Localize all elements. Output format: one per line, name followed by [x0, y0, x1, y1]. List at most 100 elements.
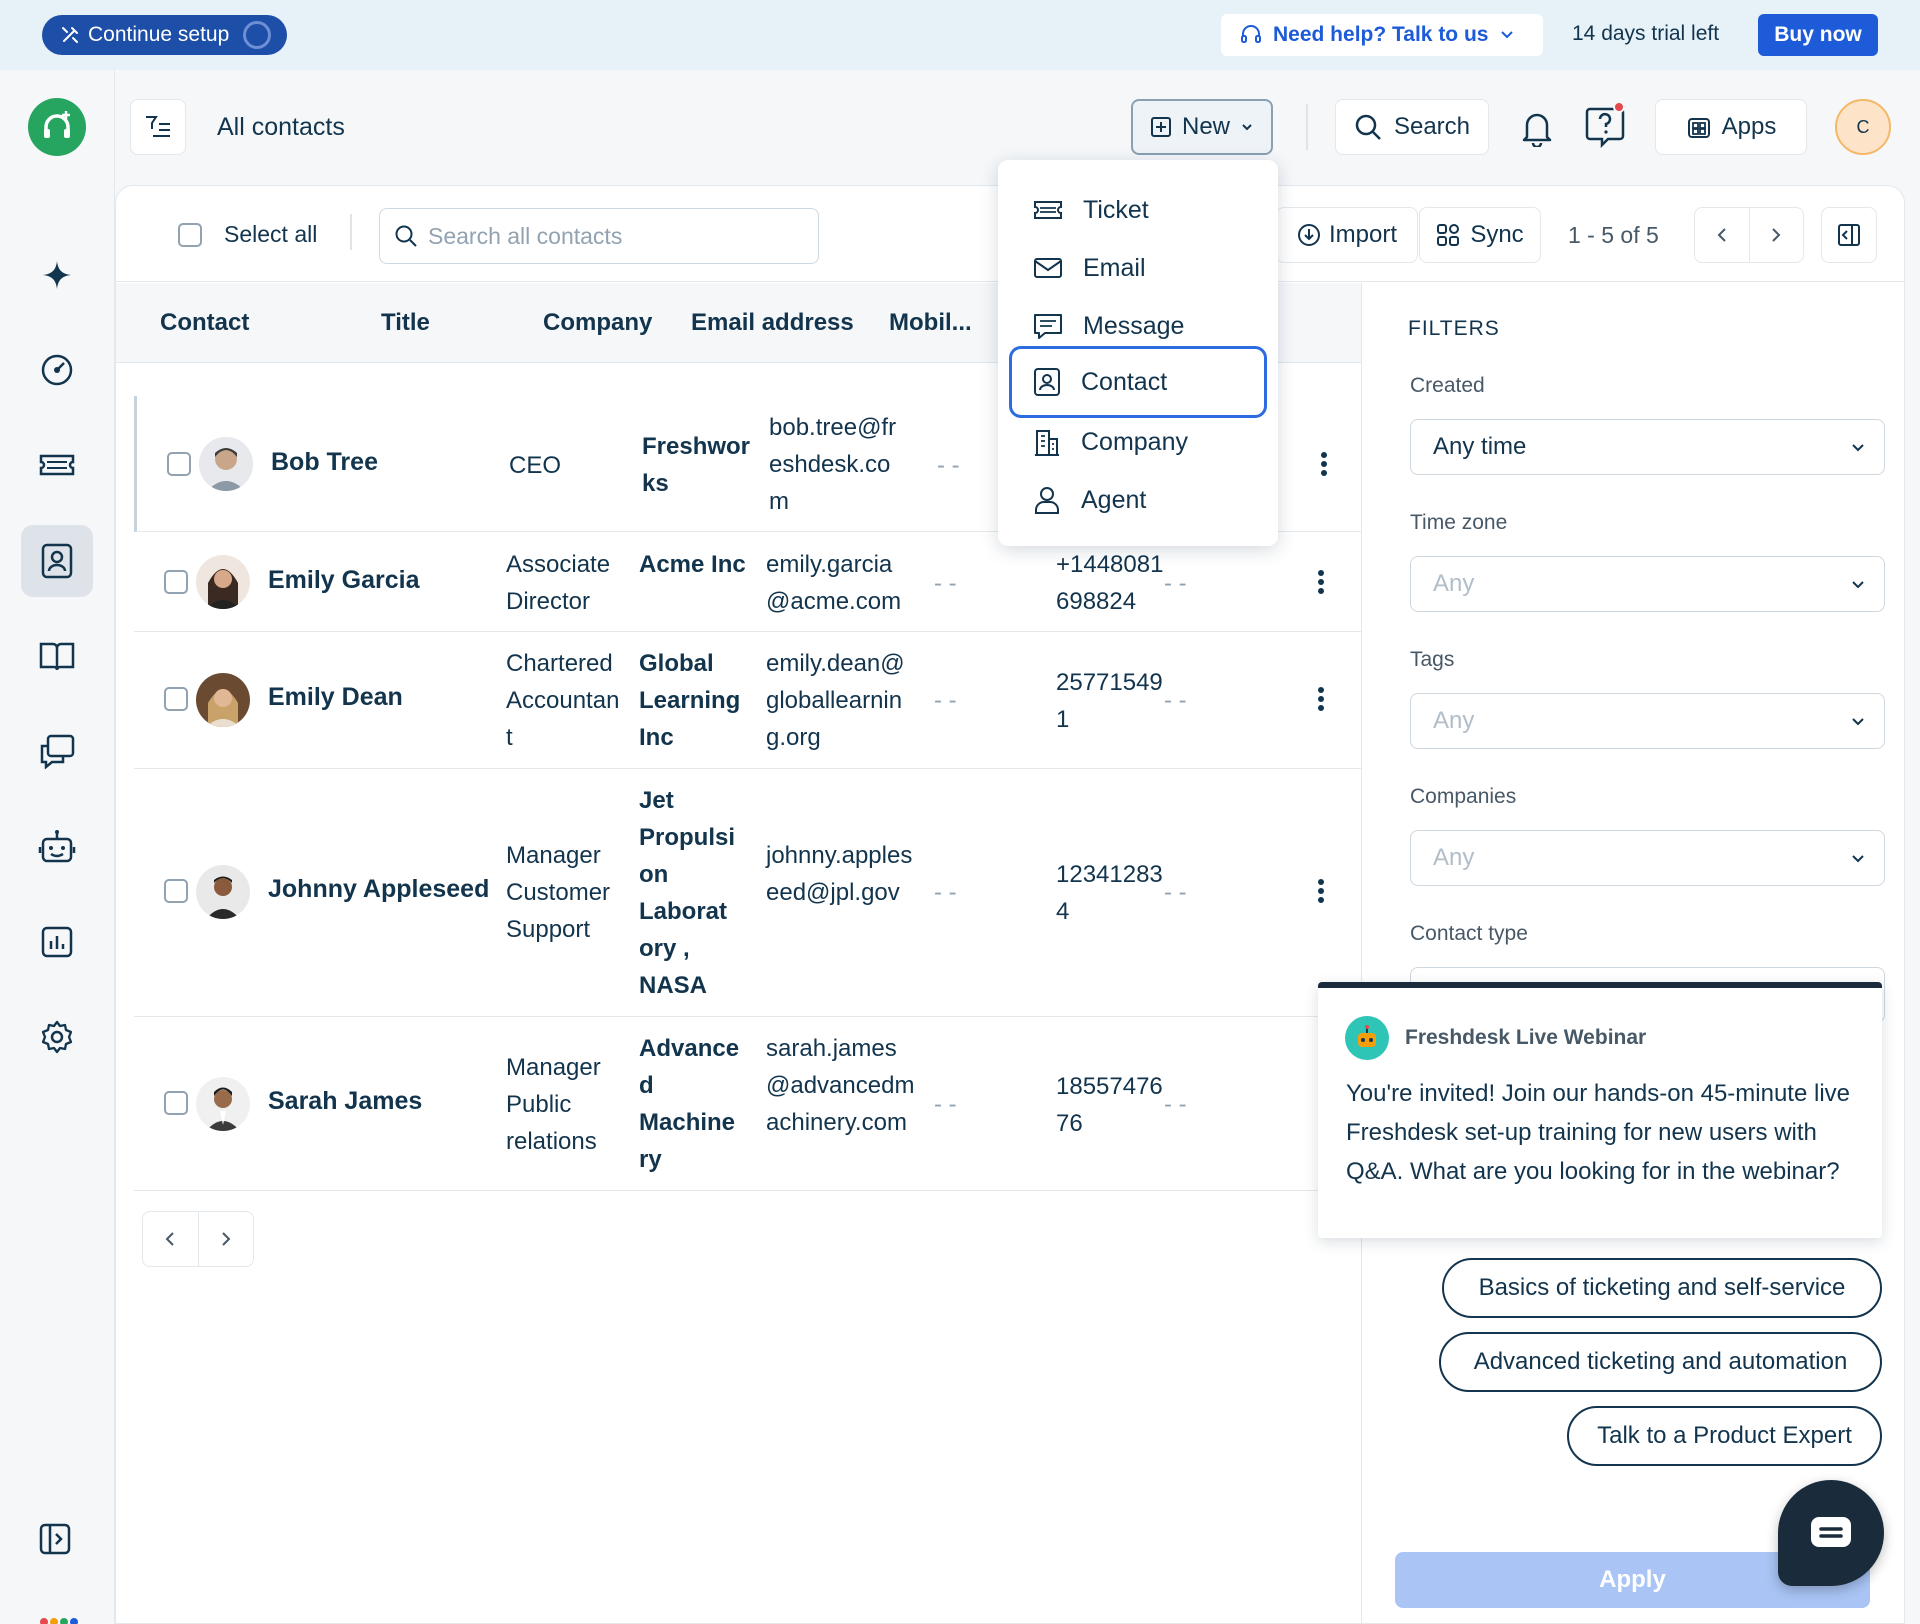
- sync-label: Sync: [1470, 221, 1524, 248]
- filter-companies-select[interactable]: Any: [1410, 830, 1885, 886]
- column-header-company[interactable]: Company: [543, 309, 652, 337]
- chevron-right-icon: [218, 1230, 234, 1248]
- contact-mobile: 1855747676: [1056, 1073, 1163, 1137]
- chevron-right-icon: [1768, 226, 1784, 244]
- continue-setup-label: Continue setup: [88, 23, 230, 46]
- settings-icon[interactable]: [21, 1001, 93, 1073]
- contact-empty-field: - -: [934, 1091, 957, 1118]
- row-more-icon[interactable]: [1314, 444, 1334, 484]
- menu-item-email[interactable]: Email: [1009, 240, 1267, 296]
- avatar: [196, 673, 250, 727]
- apps-label: Apps: [1721, 113, 1777, 140]
- column-header-contact[interactable]: Contact: [160, 309, 249, 337]
- contacts-search-input[interactable]: [428, 222, 804, 250]
- column-header-email[interactable]: Email address: [691, 309, 854, 337]
- global-search-button[interactable]: Search: [1335, 99, 1489, 155]
- contact-name[interactable]: Bob Tree: [271, 448, 378, 477]
- prev-page-button[interactable]: [1695, 208, 1750, 262]
- contact-email: emily.garcia@acme.com: [766, 551, 902, 615]
- search-label: Search: [1393, 113, 1471, 140]
- row-checkbox[interactable]: [164, 570, 188, 594]
- select-all-checkbox[interactable]: [178, 222, 202, 247]
- webinar-option-expert[interactable]: Talk to a Product Expert: [1567, 1406, 1882, 1466]
- page-title: All contacts: [217, 113, 345, 141]
- contact-name[interactable]: Johnny Appleseed: [268, 875, 489, 904]
- next-page-button[interactable]: [1750, 208, 1804, 262]
- bot-icon[interactable]: [21, 811, 93, 883]
- menu-item-company[interactable]: Company: [1009, 414, 1267, 470]
- contacts-icon[interactable]: [21, 525, 93, 597]
- contact-name[interactable]: Emily Garcia: [268, 566, 419, 595]
- row-more-icon[interactable]: [1311, 679, 1331, 719]
- toggle-filters-panel-button[interactable]: [1821, 207, 1877, 263]
- contact-title: Manager Customer Support: [506, 842, 611, 943]
- product-switcher-icon[interactable]: [40, 1618, 78, 1624]
- chat-icon: [1809, 1515, 1853, 1551]
- import-button[interactable]: Import: [1276, 207, 1418, 263]
- row-checkbox[interactable]: [164, 879, 188, 903]
- contact-mobile: 257715491: [1056, 669, 1163, 733]
- contact-name[interactable]: Sarah James: [268, 1087, 422, 1116]
- filter-timezone-select[interactable]: Any: [1410, 556, 1885, 612]
- row-more-icon[interactable]: [1311, 871, 1331, 911]
- new-label: New: [1181, 113, 1230, 140]
- tickets-icon[interactable]: [21, 429, 93, 501]
- webinar-option-basics[interactable]: Basics of ticketing and self-service: [1442, 1258, 1882, 1318]
- contact-name[interactable]: Emily Dean: [268, 683, 403, 712]
- apps-button[interactable]: Apps: [1655, 99, 1807, 155]
- contact-company: Freshworks: [642, 433, 751, 497]
- contacts-search-field[interactable]: [379, 208, 819, 264]
- trial-days-left: 14 days trial left: [1572, 22, 1720, 45]
- filter-label-created: Created: [1410, 374, 1485, 397]
- toolbar-divider: [350, 214, 352, 250]
- filter-tags-value: Any: [1433, 707, 1475, 734]
- solutions-icon[interactable]: [21, 620, 93, 692]
- filter-list-icon: [144, 114, 172, 140]
- buy-now-button[interactable]: Buy now: [1758, 14, 1878, 56]
- bottom-pagination: [142, 1211, 254, 1267]
- discussions-icon[interactable]: [21, 715, 93, 787]
- reports-icon[interactable]: [21, 906, 93, 978]
- contact-empty-field: - -: [934, 687, 957, 714]
- filter-views-button[interactable]: [130, 99, 186, 155]
- chat-launcher-button[interactable]: [1778, 1480, 1884, 1586]
- freshdesk-logo[interactable]: [28, 98, 86, 156]
- filter-label-timezone: Time zone: [1410, 511, 1508, 534]
- row-checkbox[interactable]: [164, 687, 188, 711]
- contact-title: Chartered Accountant: [506, 650, 620, 751]
- user-avatar[interactable]: C: [1835, 99, 1891, 155]
- column-header-mobile[interactable]: Mobil...: [889, 309, 972, 337]
- need-help-button[interactable]: Need help? Talk to us: [1221, 14, 1543, 56]
- row-checkbox[interactable]: [164, 1091, 188, 1115]
- webinar-option-advanced[interactable]: Advanced ticketing and automation: [1439, 1332, 1882, 1392]
- filter-label-companies: Companies: [1410, 785, 1517, 808]
- freddy-ai-icon[interactable]: [21, 239, 93, 311]
- bell-icon[interactable]: [1514, 104, 1560, 150]
- chevron-down-icon: [1240, 120, 1254, 134]
- menu-item-agent[interactable]: Agent: [1009, 472, 1267, 528]
- table-row[interactable]: Sarah James Manager Public relations Adv…: [134, 1017, 1361, 1191]
- filter-tags-select[interactable]: Any: [1410, 693, 1885, 749]
- select-all[interactable]: Select all: [178, 221, 317, 248]
- sync-button[interactable]: Sync: [1419, 207, 1541, 263]
- dashboard-icon[interactable]: [21, 334, 93, 406]
- column-header-title[interactable]: Title: [381, 309, 430, 337]
- chevron-down-icon: [1850, 850, 1866, 866]
- menu-item-contact[interactable]: Contact: [1009, 346, 1267, 418]
- continue-setup-button[interactable]: Continue setup: [42, 15, 288, 55]
- next-page-button[interactable]: [199, 1212, 254, 1266]
- menu-item-label: Ticket: [1083, 195, 1149, 224]
- menu-item-ticket[interactable]: Ticket: [1009, 182, 1267, 238]
- contact-email: emily.dean@globallearning.org: [766, 650, 905, 751]
- row-more-icon[interactable]: [1311, 562, 1331, 602]
- expand-sidebar-icon[interactable]: [38, 1522, 72, 1556]
- avatar: [196, 555, 250, 609]
- table-row[interactable]: Emily Dean Chartered Accountant Global L…: [134, 632, 1361, 769]
- table-row[interactable]: Emily Garcia Associate Director Acme Inc…: [134, 532, 1361, 632]
- prev-page-button[interactable]: [143, 1212, 199, 1266]
- new-button[interactable]: New: [1131, 99, 1273, 155]
- filter-created-select[interactable]: Any time: [1410, 419, 1885, 475]
- row-checkbox[interactable]: [167, 452, 191, 476]
- table-row[interactable]: Johnny Appleseed Manager Customer Suppor…: [134, 769, 1361, 1017]
- top-pagination: [1694, 207, 1804, 263]
